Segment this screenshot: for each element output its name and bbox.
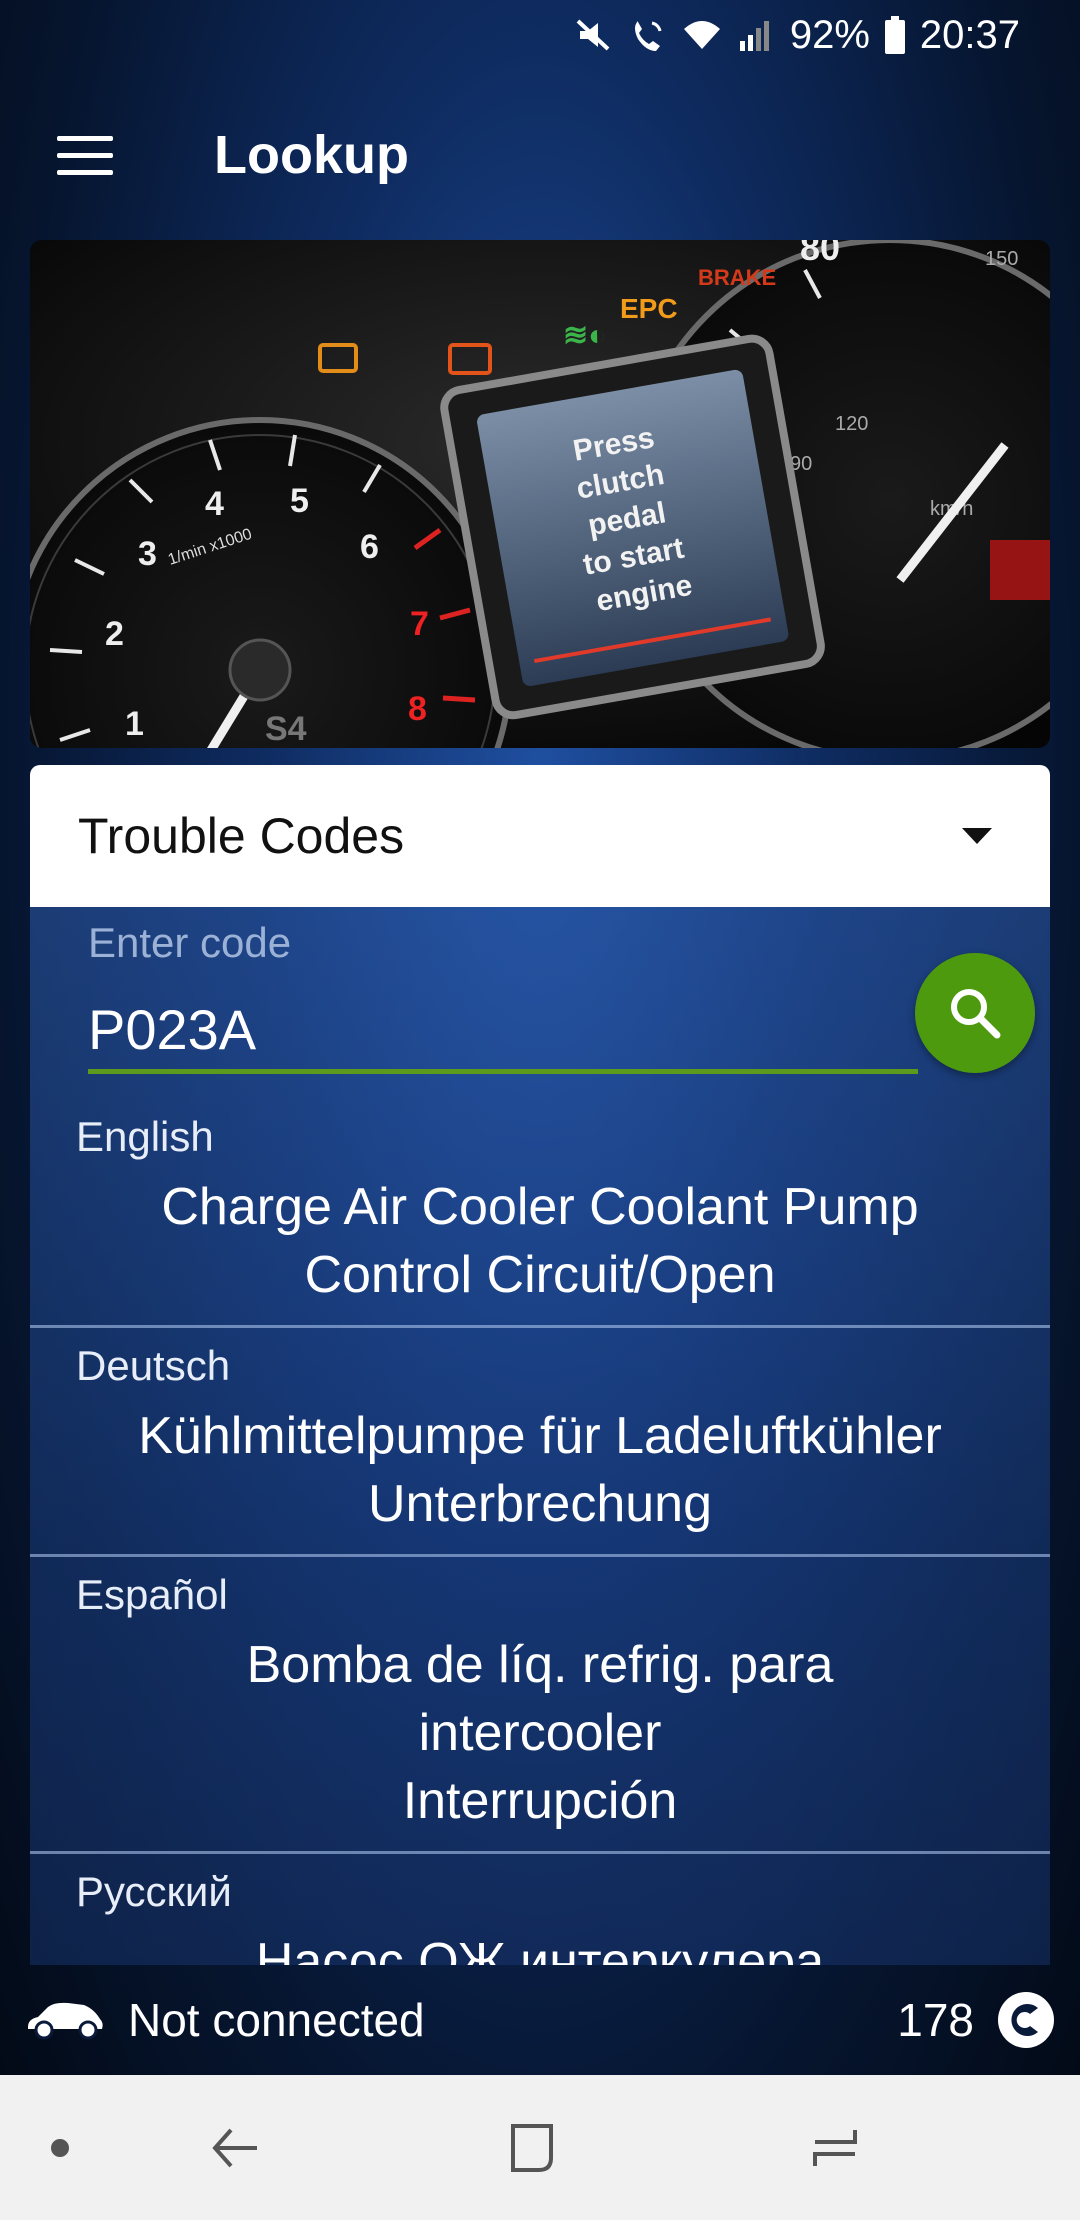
status-bar: 92% 20:37 (0, 0, 1080, 70)
search-button[interactable] (915, 953, 1035, 1073)
translation-item: Русский Насос ОЖ интеркулера (30, 1851, 1050, 1965)
tach-number: 8 (408, 690, 427, 728)
dropdown-selected-value: Trouble Codes (78, 808, 405, 864)
code-description: Charge Air Cooler Coolant Pump Control C… (161, 1178, 919, 1304)
tach-number: 7 (410, 605, 429, 643)
tach-number: 6 (360, 528, 379, 566)
back-icon[interactable] (190, 2075, 280, 2220)
mute-icon (576, 19, 610, 51)
model-badge: S4 (265, 710, 307, 748)
connection-strip: Not connected 178 (0, 1965, 1080, 2075)
kmh-number: 150 (985, 248, 1018, 270)
dashboard-illustration: 1 2 3 4 5 6 7 8 1/min x1000 S4 20 40 60 … (30, 240, 1050, 748)
language-name: English (76, 1113, 214, 1160)
tach-number: 1 (125, 705, 144, 743)
home-icon[interactable] (490, 2075, 580, 2220)
wifi-icon (683, 21, 720, 49)
code-input-label: Enter code (88, 919, 292, 966)
tach-number: 5 (290, 482, 309, 520)
recents-icon[interactable] (790, 2075, 880, 2220)
lights-icon: ≋◐ (563, 319, 606, 352)
tach-number: 2 (105, 615, 124, 653)
system-nav-bar (0, 2075, 1080, 2220)
signal-icon (739, 21, 769, 51)
translation-list: English Charge Air Cooler Coolant Pump C… (30, 1099, 1050, 1965)
code-type-dropdown[interactable]: Trouble Codes (30, 765, 1050, 907)
kmh-number: 120 (835, 413, 868, 435)
wifi-calling-icon (634, 21, 662, 51)
lookup-panel: Enter code P023A English Charge Air Cool… (30, 907, 1050, 1965)
translation-item: Deutsch Kühlmittelpumpe für Ladeluftkühl… (30, 1325, 1050, 1554)
credits-icon[interactable] (996, 1990, 1056, 2050)
search-icon (951, 989, 1001, 1039)
speed-number: 80 (800, 240, 840, 268)
language-name: Deutsch (76, 1342, 231, 1389)
language-name: Русский (76, 1868, 232, 1915)
tach-number: 4 (205, 485, 224, 523)
tach-number: 3 (138, 535, 157, 573)
code-description: Kühlmittelpumpe für Ladeluftkühler Unter… (138, 1407, 942, 1533)
battery-percent: 92% (789, 12, 870, 57)
translation-item: Español Bomba de líq. refrig. para inter… (30, 1554, 1050, 1851)
app-bar: Lookup (0, 90, 1080, 220)
code-description: Bomba de líq. refrig. para intercooler I… (246, 1636, 834, 1830)
code-description: Насос ОЖ интеркулера (255, 1933, 825, 1965)
code-input-value[interactable]: P023A (88, 997, 256, 1062)
language-name: Español (76, 1571, 228, 1618)
clock: 20:37 (919, 12, 1020, 57)
hamburger-icon[interactable] (40, 110, 130, 200)
dot-icon[interactable] (30, 2075, 90, 2220)
epc-label: EPC (620, 293, 678, 324)
credit-counter: 178 (897, 1994, 974, 2046)
car-icon (28, 2002, 103, 2040)
dropdown-arrow-icon (962, 828, 992, 844)
lookup-card: Trouble Codes Enter code P023A English C… (30, 765, 1050, 1965)
code-input-underline (88, 1069, 918, 1074)
page-title: Lookup (214, 125, 409, 185)
code-input[interactable]: Enter code P023A (88, 907, 918, 1077)
translation-item: English Charge Air Cooler Coolant Pump C… (30, 1099, 1050, 1325)
connection-status: Not connected (128, 1994, 425, 2046)
dashboard-hero-image: 1 2 3 4 5 6 7 8 1/min x1000 S4 20 40 60 … (30, 240, 1050, 748)
brake-label: BRAKE (698, 265, 776, 290)
battery-icon (884, 16, 905, 54)
